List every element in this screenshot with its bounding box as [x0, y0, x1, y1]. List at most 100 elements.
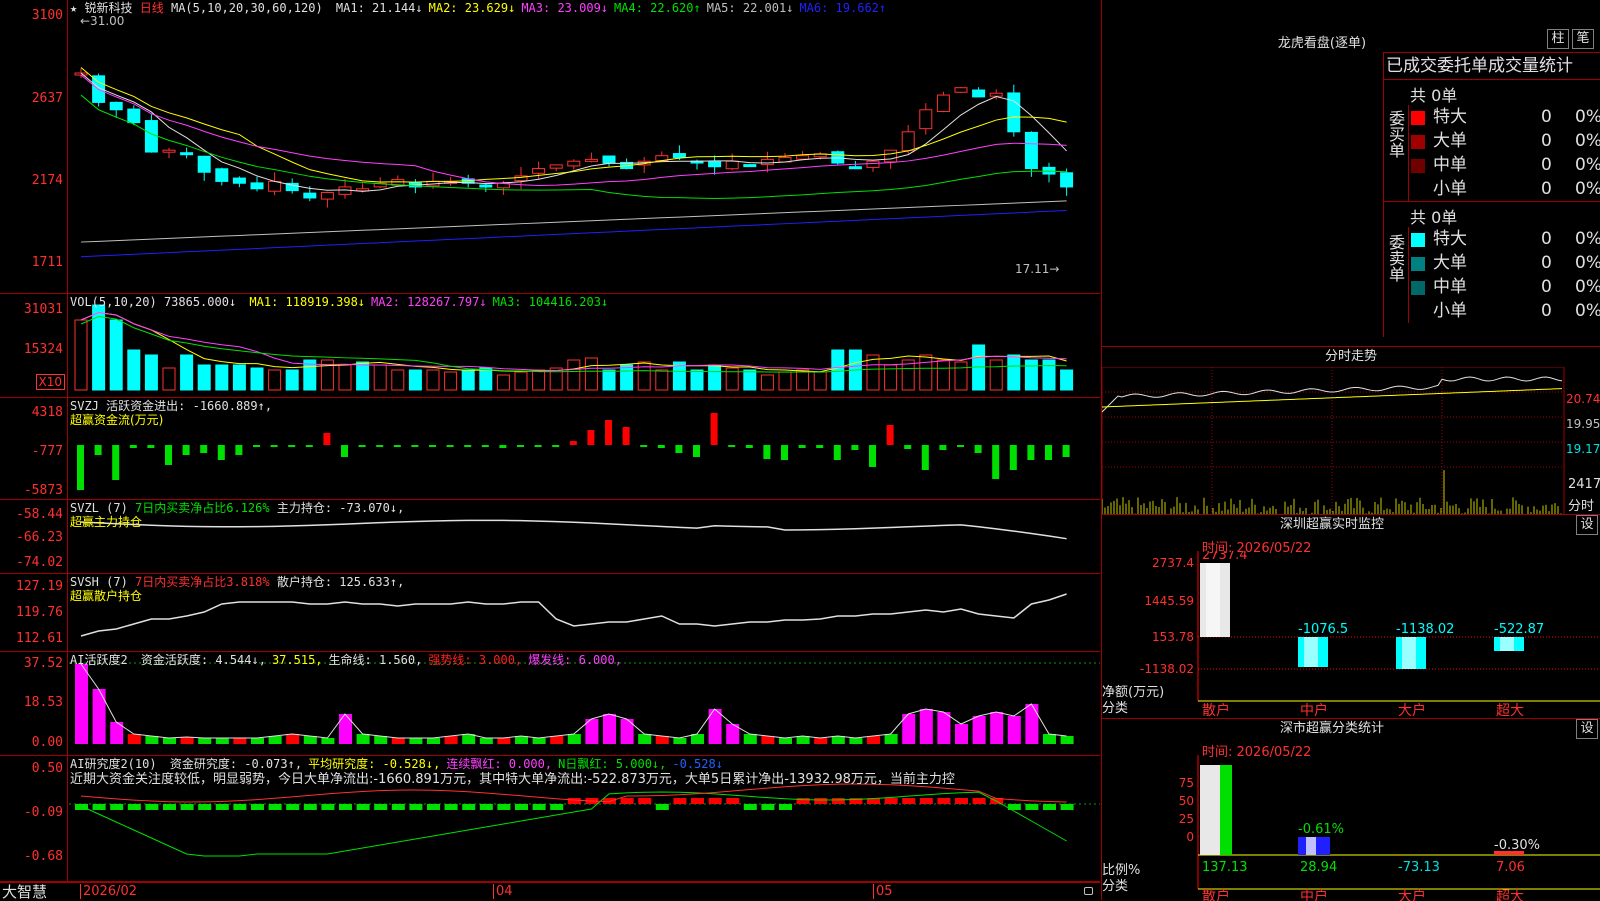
stock-name: 锐新科技	[84, 1, 133, 15]
flow-bar	[376, 445, 384, 447]
tick-mode-button[interactable]: 笔	[1572, 29, 1594, 49]
candle	[162, 149, 176, 153]
activity-bar	[972, 716, 986, 744]
activity-bar	[286, 734, 300, 744]
activity-bar	[691, 734, 704, 744]
y-label: 18.53	[23, 695, 63, 710]
svzj-panel[interactable]: 4318 -777 -5873 SVZJ 活跃资金进出: -1660.889↑,…	[0, 398, 1100, 500]
classify-chart: 75 50 25 0 -0.61% -0.30% 137.13 28.94 -73.13 7.06…	[1102, 755, 1600, 901]
percent-label: -0.30%	[1494, 838, 1540, 853]
swatch	[1411, 305, 1425, 319]
activity-bar	[655, 736, 669, 744]
classify-settings-button[interactable]: 设	[1576, 719, 1598, 739]
volume-bar	[954, 361, 968, 391]
candle	[109, 101, 123, 111]
intraday-panel[interactable]: 分时走势 20.74 19.95 19.17 2417 分时	[1101, 346, 1600, 515]
volume-bar	[796, 369, 810, 391]
flow-bar	[517, 445, 524, 447]
research-bar	[955, 798, 968, 804]
category-label: 大户	[1398, 702, 1426, 719]
volume-panel[interactable]: 31031 15324 X10 VOL(5,10,20) 73865.000↓ …	[0, 294, 1100, 398]
ai-activity-plot[interactable]	[69, 652, 1100, 755]
intraday-chart[interactable]	[1102, 367, 1565, 515]
classify-stats-panel: 深市超赢分类统计 设 时间: 2026/05/22 75 50 25 0 -0.61% -…	[1101, 718, 1600, 901]
flow-bar	[798, 445, 806, 448]
order-row: 特大 0 0%	[1409, 227, 1600, 251]
research-bar	[691, 798, 704, 804]
ai-activity-label: AI活跃度2	[70, 653, 128, 667]
y-label: -74.02	[16, 555, 63, 570]
research-bar	[655, 804, 669, 810]
swatch	[1411, 183, 1425, 197]
research-bar	[75, 804, 88, 810]
flow-bar	[957, 445, 964, 447]
svzj-plot[interactable]	[69, 398, 1100, 499]
ratio-bar	[1200, 765, 1220, 855]
candle	[1060, 172, 1074, 188]
research-bar	[919, 798, 933, 804]
candle	[320, 191, 334, 200]
candle	[831, 151, 845, 164]
volume-bar	[637, 361, 651, 391]
date-label: 05	[873, 884, 893, 899]
volume-plot[interactable]	[69, 294, 1100, 397]
svzl-panel[interactable]: -58.44 -66.23 -74.02 SVZL (7) 7日内买卖净占比6.…	[0, 500, 1100, 574]
volume-header: VOL(5,10,20) 73865.000↓ MA1: 118919.398↓…	[70, 295, 608, 309]
svsh-panel[interactable]: 127.19 119.76 112.61 SVSH (7) 7日内买卖净占比3.…	[0, 574, 1100, 652]
ai-research-value: -0.528↓	[672, 757, 723, 771]
svzl-text: 主力持仓: -73.070↓,	[276, 501, 405, 515]
bar-value-label: 2737.4	[1202, 551, 1248, 563]
vol-ma-value: MA3: 104416.203↓	[492, 295, 609, 309]
volume-bar	[532, 369, 546, 391]
flow-bar	[886, 425, 894, 445]
candle	[197, 155, 211, 173]
intraday-vol-label: 2417	[1568, 477, 1600, 492]
flow-bar	[992, 445, 1000, 479]
activity-bar	[233, 738, 247, 744]
activity-bar	[1060, 736, 1074, 744]
activity-bar	[638, 734, 652, 744]
bar-value-label: 28.94	[1300, 860, 1337, 875]
kline-plot[interactable]	[69, 0, 1100, 293]
swatch	[1411, 257, 1425, 271]
candle	[479, 184, 493, 188]
volume-bar	[391, 369, 405, 391]
realtime-monitor-panel: 深圳超赢实时监控 设 时间: 2026/05/22 2737.4 1445.59 1…	[1101, 514, 1600, 719]
ai-research-header: AI研究度2(10) 资金研究度: -0.073↑, 平均研究度: -0.528↓…	[70, 757, 723, 771]
order-percent: 0%	[1575, 179, 1600, 199]
ratio-bar	[1306, 837, 1316, 855]
order-percent: 0%	[1575, 107, 1600, 127]
volume-bar	[268, 369, 282, 391]
ai-activity-panel[interactable]: 37.52 18.53 0.00 AI活跃度2 资金活跃度: 4.544↓, 37…	[0, 652, 1100, 756]
volume-bar	[760, 374, 774, 391]
period-label[interactable]: 日线	[140, 1, 164, 15]
research-bar	[286, 804, 300, 810]
kline-panel[interactable]: 3100 2637 2174 1711 ★ 锐新科技 日线 MA(5,10,20…	[0, 0, 1100, 294]
flow-bar	[147, 445, 155, 448]
bar-mode-button[interactable]: 柱	[1547, 29, 1569, 49]
monitor-settings-button[interactable]: 设	[1576, 515, 1598, 535]
research-bar	[673, 798, 687, 804]
lock-icon[interactable]	[1084, 887, 1093, 895]
research-bar	[831, 798, 845, 804]
research-bar	[374, 804, 388, 810]
monitor-chart: 2737.4 1445.59 153.78 -1138.02 2737.4 -1076.5…	[1102, 551, 1600, 719]
star-icon[interactable]: ★	[70, 1, 77, 15]
y-label: 112.61	[16, 631, 63, 646]
bar-value-label: -522.87	[1494, 622, 1544, 637]
bar-value-label: -1076.5	[1298, 622, 1348, 637]
activity-bar	[444, 736, 458, 744]
activity-bar	[479, 738, 493, 744]
research-bar	[462, 804, 476, 810]
monitor-title: 深圳超赢实时监控	[1279, 517, 1384, 532]
flow-bar	[411, 445, 419, 447]
flow-bar	[869, 445, 876, 467]
svzj-text: 活跃资金进出: -1660.889↑,	[106, 399, 273, 413]
candle	[215, 168, 229, 182]
activity-bar	[251, 738, 264, 744]
candle	[250, 182, 264, 190]
volume-bar	[373, 364, 387, 391]
bar-value-label: -73.13	[1398, 860, 1440, 875]
ai-research-panel[interactable]: 0.50 -0.09 -0.68 AI研究度2(10) 资金研究度: -0.07…	[0, 756, 1100, 882]
volume-bar	[356, 361, 370, 391]
